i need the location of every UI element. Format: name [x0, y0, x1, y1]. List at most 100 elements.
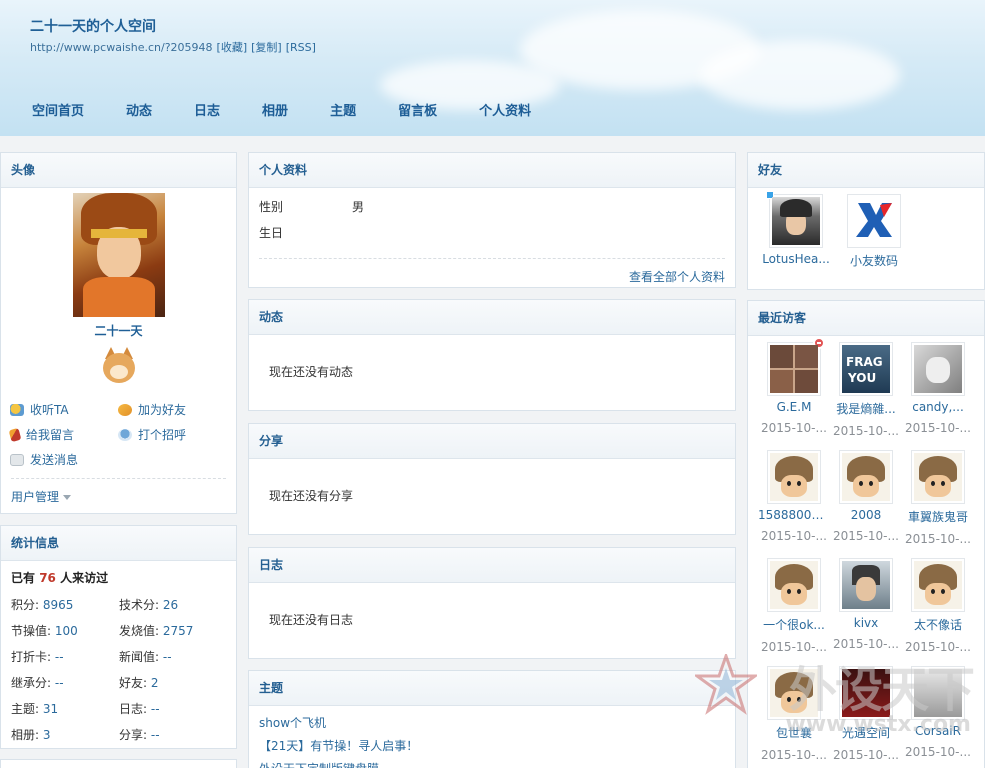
follow-button[interactable]: 收听TA	[10, 401, 118, 418]
stat-item: 积分: 8965	[11, 598, 74, 612]
visitor-name[interactable]: 我是熵雜...	[830, 400, 902, 417]
nav-feed[interactable]: 动态	[105, 100, 173, 122]
next-left-panel	[0, 759, 237, 768]
greet-button[interactable]: 打个招呼	[118, 426, 226, 443]
feed-empty-text: 现在还没有动态	[269, 365, 354, 379]
space-nav: 空间首页 动态 日志 相册 主题 留言板 个人资料	[0, 100, 552, 122]
visitor-item[interactable]: kivx 2015-10-...	[830, 558, 902, 666]
nav-profile[interactable]: 个人资料	[458, 100, 552, 122]
chevron-down-icon	[63, 495, 72, 500]
friend-name[interactable]: 小友数码	[838, 252, 910, 269]
rss-link[interactable]: [RSS]	[286, 41, 316, 54]
visitor-date: 2015-10-...	[761, 640, 827, 654]
avatar-panel-title: 头像	[1, 153, 236, 188]
visitor-grid: G.E.M 2015-10-... FRAG YOU 我是熵雜... 2015-…	[748, 336, 984, 768]
visitor-item[interactable]: 2008 2015-10-...	[830, 450, 902, 558]
visitor-item[interactable]: G.E.M 2015-10-...	[758, 337, 830, 450]
visitor-date: 2015-10-...	[905, 745, 971, 759]
stat-item: 日志: --	[119, 702, 160, 716]
visit-count: 76	[39, 571, 56, 585]
view-all-profile-link[interactable]: 查看全部个人资料	[629, 270, 725, 284]
nav-blog[interactable]: 日志	[173, 100, 241, 122]
blog-panel-title: 日志	[249, 548, 735, 583]
add-friend-button[interactable]: 加为好友	[118, 401, 226, 418]
visitor-item[interactable]: candy,... 2015-10-...	[902, 342, 974, 450]
user-management-dropdown[interactable]: 用户管理	[1, 479, 236, 505]
pencil-icon	[8, 427, 22, 442]
visitor-name[interactable]: 車翼族鬼哥	[902, 508, 974, 525]
space-url-text[interactable]: http://www.pcwaishe.cn/?205948	[30, 41, 213, 54]
visitor-name[interactable]: 一个很ok...	[758, 616, 830, 633]
visitor-item[interactable]: 車翼族鬼哥 2015-10-...	[902, 450, 974, 558]
visitor-name[interactable]: 2008	[830, 508, 902, 522]
user-avatar[interactable]	[72, 193, 165, 317]
stats-grid: 积分: 8965 技术分: 26 节操值: 100 发烧值: 2757 打折卡:…	[1, 586, 236, 743]
friends-panel: 好友 LotusHea... 小友数码	[747, 152, 985, 290]
share-panel-title: 分享	[249, 424, 735, 459]
stat-item: 主题: 31	[11, 702, 59, 716]
friend-item[interactable]: 小友数码	[838, 194, 910, 269]
nav-album[interactable]: 相册	[241, 100, 309, 122]
profile-panel-title: 个人资料	[249, 153, 735, 188]
stat-item: 节操值: 100	[11, 624, 78, 638]
visitor-date: 2015-10-...	[905, 532, 971, 546]
xiaoyou-logo-icon	[856, 203, 892, 237]
user-name[interactable]: 二十一天	[1, 322, 236, 339]
topic-item[interactable]: 【21天】有节操！寻人启事！	[259, 737, 725, 760]
blog-panel: 日志 现在还没有日志	[248, 547, 736, 659]
leave-message-button[interactable]: 给我留言	[8, 426, 118, 443]
visitor-name[interactable]: 太不像话	[902, 616, 974, 633]
visitor-name[interactable]: candy,...	[902, 400, 974, 414]
visitors-panel: 最近访客 G.E.M 2015-10-... FRAG YOU 我是熵雜... …	[747, 300, 985, 768]
visitor-item[interactable]: 一个很ok... 2015-10-...	[758, 558, 830, 666]
visitor-date: 2015-10-...	[761, 421, 827, 435]
topic-panel-title: 主题	[249, 671, 735, 706]
visitor-item[interactable]: 包世襄 2015-10-...	[758, 666, 830, 768]
visitor-item[interactable]: 太不像话 2015-10-...	[902, 558, 974, 666]
visitor-name[interactable]: kivx	[830, 616, 902, 630]
add-friend-icon	[118, 403, 132, 416]
avatar-panel: 头像 二十一天 收听TA 加为好友 给我留言 打个招呼 发送消息 用户管理	[0, 152, 237, 514]
space-header: 二十一天的个人空间 http://www.pcwaishe.cn/?205948…	[0, 0, 985, 136]
visitor-name[interactable]: 光遇空间	[830, 724, 902, 741]
visitor-item[interactable]: CorsaiR 2015-10-...	[902, 666, 974, 768]
feed-panel: 动态 现在还没有动态	[248, 299, 736, 411]
visitor-date: 2015-10-...	[833, 748, 899, 762]
visitor-date: 2015-10-...	[905, 640, 971, 654]
visitor-name[interactable]: 包世襄	[758, 724, 830, 741]
stat-item: 继承分: --	[11, 676, 64, 690]
visitor-date: 2015-10-...	[833, 529, 899, 543]
blog-empty-text: 现在还没有日志	[269, 613, 354, 627]
visitor-name[interactable]: CorsaiR	[902, 724, 974, 738]
visitor-name[interactable]: 15888009...	[758, 508, 830, 522]
visitor-item[interactable]: FRAG YOU 我是熵雜... 2015-10-...	[830, 342, 902, 450]
send-message-button[interactable]: 发送消息	[10, 451, 118, 468]
nav-guestbook[interactable]: 留言板	[377, 100, 458, 122]
favorite-link[interactable]: [收藏]	[217, 41, 248, 54]
profile-row-birthday: 生日	[259, 226, 284, 240]
space-title: 二十一天的个人空间	[30, 19, 156, 35]
visit-count-line: 已有 76 人来访过	[11, 571, 109, 585]
stat-item: 发烧值: 2757	[119, 624, 194, 638]
visitor-date: 2015-10-...	[905, 421, 971, 435]
profile-panel: 个人资料 性别男 生日 查看全部个人资料	[248, 152, 736, 288]
topic-item[interactable]: 外设天下定制版键盘膜	[259, 760, 725, 768]
nav-topic[interactable]: 主题	[309, 100, 377, 122]
feed-panel-title: 动态	[249, 300, 735, 335]
visitor-date: 2015-10-...	[833, 424, 899, 438]
stat-item: 好友: 2	[119, 676, 159, 690]
visitor-date: 2015-10-...	[833, 637, 899, 651]
visitor-name[interactable]: G.E.M	[758, 400, 830, 414]
stat-item: 新闻值: --	[119, 650, 172, 664]
friend-name[interactable]: LotusHea...	[760, 252, 832, 266]
stat-item: 打折卡: --	[11, 650, 64, 664]
visitor-item[interactable]: 15888009... 2015-10-...	[758, 450, 830, 558]
profile-row-gender: 性别男	[259, 200, 365, 214]
visitor-item[interactable]: 光遇空间 2015-10-...	[830, 666, 902, 768]
nav-home[interactable]: 空间首页	[0, 100, 105, 122]
topic-item[interactable]: show个飞机	[259, 714, 725, 737]
friend-item[interactable]: LotusHea...	[760, 191, 832, 269]
visitor-date: 2015-10-...	[761, 529, 827, 543]
mail-icon	[10, 453, 24, 466]
copy-link[interactable]: [复制]	[251, 41, 282, 54]
